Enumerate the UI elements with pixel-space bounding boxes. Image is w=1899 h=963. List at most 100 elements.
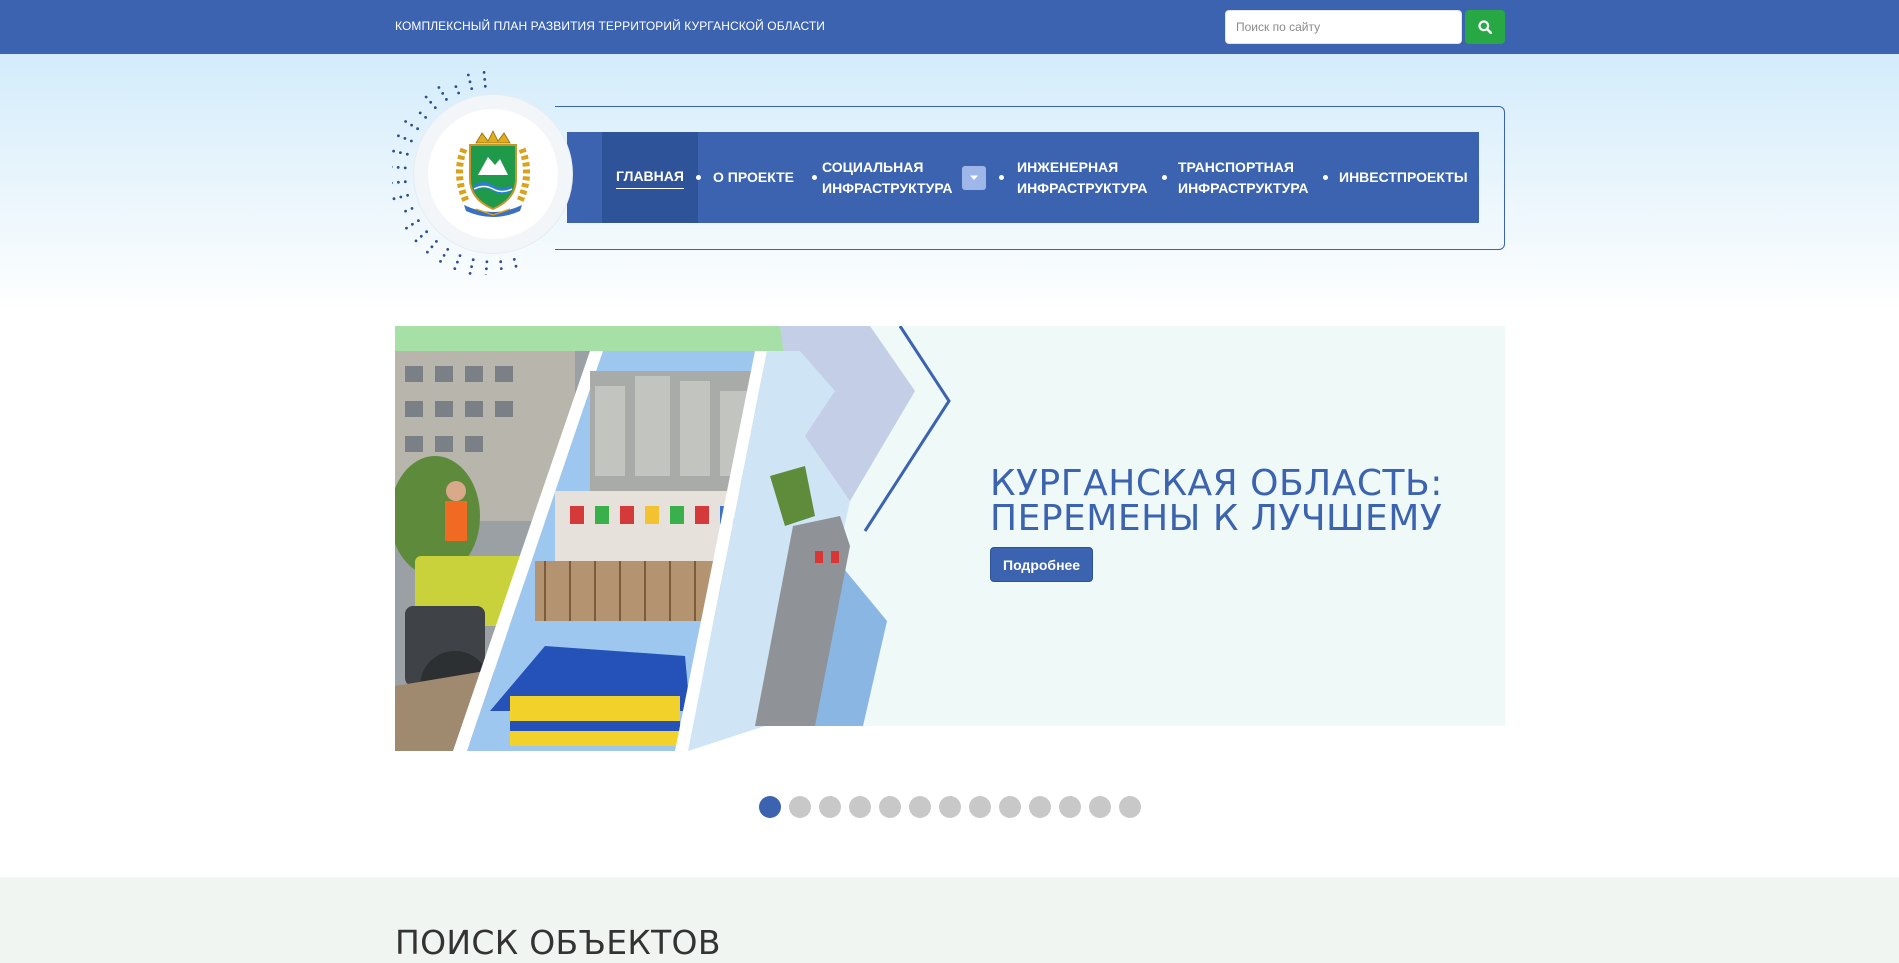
more-button[interactable]: Подробнее <box>990 547 1093 582</box>
nav-item-engineering-line1: ИНЖЕНЕРНАЯ <box>1017 159 1118 175</box>
nav-item-transport-line2: ИНФРАСТРУКТУРА <box>1178 180 1309 196</box>
ring-dot <box>469 80 472 83</box>
ring-dot <box>425 96 428 99</box>
ring-dot <box>484 85 487 88</box>
nav-item-social[interactable]: СОЦИАЛЬНАЯ ИНФРАСТРУКТУРА <box>822 132 953 223</box>
caret-down-icon <box>969 175 979 181</box>
slider-dot-4[interactable] <box>849 796 871 818</box>
nav-item-engineering-label: ИНЖЕНЕРНАЯ ИНФРАСТРУКТУРА <box>1017 157 1148 199</box>
ring-dot <box>420 235 423 238</box>
ring-dot <box>455 85 458 88</box>
ring-dot <box>500 267 503 270</box>
ring-dot <box>392 182 393 185</box>
ring-dot <box>397 134 400 137</box>
site-title: КОМПЛЕКСНЫЙ ПЛАН РАЗВИТИЯ ТЕРРИТОРИЙ КУР… <box>395 19 825 33</box>
ring-dot <box>393 197 396 200</box>
search-input[interactable] <box>1225 10 1462 44</box>
ring-dot <box>425 230 428 233</box>
slider-dot-5[interactable] <box>879 796 901 818</box>
nav-separator <box>1323 175 1328 180</box>
ring-dot <box>485 267 488 270</box>
ring-dot <box>410 124 413 127</box>
ring-dot <box>445 98 448 101</box>
slider-dot-11[interactable] <box>1059 796 1081 818</box>
slide-heading: КУРГАНСКАЯ ОБЛАСТЬ: ПЕРЕМЕНЫ К ЛУЧШЕМУ <box>990 466 1490 536</box>
ring-dot <box>415 240 418 243</box>
slider-dot-3[interactable] <box>819 796 841 818</box>
ring-dot <box>429 101 432 104</box>
hero-slider: КУРГАНСКАЯ ОБЛАСТЬ: ПЕРЕМЕНЫ К ЛУЧШЕМУ П… <box>395 326 1505 751</box>
slider-dot-1[interactable] <box>759 796 781 818</box>
ring-dot <box>459 254 462 257</box>
ring-dot <box>485 274 488 275</box>
search-button[interactable] <box>1465 10 1505 44</box>
slider-pagination <box>759 796 1141 818</box>
social-dropdown-toggle[interactable] <box>962 166 986 190</box>
ring-dot <box>441 92 444 95</box>
ring-dot <box>392 150 395 153</box>
nav-item-investprojects[interactable]: ИНВЕСТПРОЕКТЫ <box>1339 132 1468 223</box>
ring-dot <box>419 112 422 115</box>
ring-dot <box>486 260 489 263</box>
ring-dot <box>513 258 516 261</box>
nav-item-social-line1: СОЦИАЛЬНАЯ <box>822 159 923 175</box>
ring-dot <box>410 140 413 143</box>
logo-inner-circle <box>428 109 558 239</box>
ring-dot <box>397 181 400 184</box>
site-logo[interactable] <box>392 70 582 275</box>
slider-dot-6[interactable] <box>909 796 931 818</box>
ring-dot <box>457 92 460 95</box>
nav-item-transport-line1: ТРАНСПОРТНАЯ <box>1178 159 1294 175</box>
ring-dot <box>426 251 429 254</box>
ring-dot <box>443 254 446 257</box>
slider-dot-8[interactable] <box>969 796 991 818</box>
nav-separator <box>999 175 1004 180</box>
ring-dot <box>469 272 472 275</box>
slider-dot-7[interactable] <box>939 796 961 818</box>
ring-dot <box>404 137 407 140</box>
nav-item-home-label: ГЛАВНАЯ <box>616 166 684 189</box>
nav-item-engineering[interactable]: ИНЖЕНЕРНАЯ ИНФРАСТРУКТУРА <box>1017 132 1148 223</box>
slider-dot-13[interactable] <box>1119 796 1141 818</box>
ring-dot <box>417 219 420 222</box>
ring-dot <box>515 265 518 268</box>
ring-dot <box>411 223 414 226</box>
nav-item-investprojects-label: ИНВЕСТПРОЕКТЫ <box>1339 167 1468 188</box>
nav-item-home[interactable]: ГЛАВНАЯ <box>602 132 698 223</box>
nav-separator <box>696 175 701 180</box>
main-nav: ГЛАВНАЯ О ПРОЕКТЕ СОЦИАЛЬНАЯ ИНФРАСТРУКТ… <box>567 132 1479 223</box>
nav-separator <box>1162 175 1167 180</box>
slider-dot-10[interactable] <box>1029 796 1051 818</box>
ring-dot <box>446 248 449 251</box>
top-bar: КОМПЛЕКСНЫЙ ПЛАН РАЗВИТИЯ ТЕРРИТОРИЙ КУР… <box>0 0 1899 54</box>
coat-of-arms-icon <box>448 129 538 219</box>
objects-section-title: ПОИСК ОБЪЕКТОВ <box>395 923 721 962</box>
nav-item-transport[interactable]: ТРАНСПОРТНАЯ ИНФРАСТРУКТУРА <box>1178 132 1309 223</box>
ring-dot <box>397 166 400 169</box>
ring-dot <box>404 167 407 170</box>
ring-dot <box>424 116 427 119</box>
ring-dot <box>411 207 414 210</box>
ring-dot <box>406 153 409 156</box>
ring-dot <box>439 260 442 263</box>
slider-dot-9[interactable] <box>999 796 1021 818</box>
slider-dot-12[interactable] <box>1089 796 1111 818</box>
ring-dot <box>404 120 407 123</box>
ring-dot <box>472 258 475 261</box>
ring-dot <box>434 106 437 109</box>
nav-item-about-label: О ПРОЕКТЕ <box>713 167 794 188</box>
ring-dot <box>483 78 486 81</box>
nav-item-about[interactable]: О ПРОЕКТЕ <box>713 132 794 223</box>
nav-item-social-line2: ИНФРАСТРУКТУРА <box>822 180 953 196</box>
ring-dot <box>392 166 393 169</box>
ring-dot <box>470 87 473 90</box>
nav-item-engineering-line2: ИНФРАСТРУКТУРА <box>1017 180 1148 196</box>
slide-photo-collage <box>395 326 955 751</box>
ring-dot <box>399 196 402 199</box>
ring-dot <box>499 260 502 263</box>
ring-dot <box>404 210 407 213</box>
ring-dot <box>435 240 438 243</box>
ring-dot <box>453 267 456 270</box>
ring-dot <box>431 245 434 248</box>
slider-dot-2[interactable] <box>789 796 811 818</box>
